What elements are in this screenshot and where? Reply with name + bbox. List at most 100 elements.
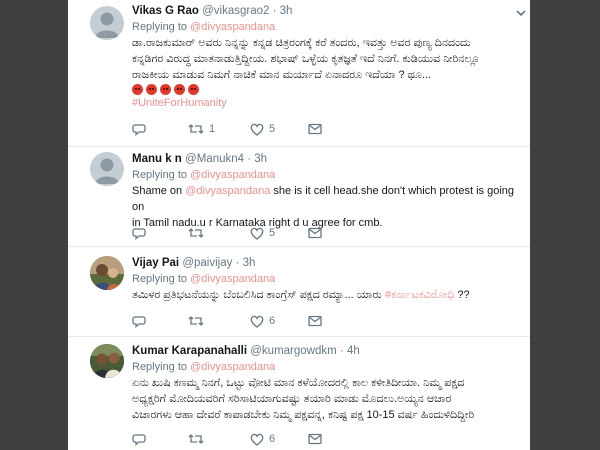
profile-photo (90, 344, 124, 378)
reply-icon (132, 316, 146, 328)
like-button[interactable]: 5 (250, 227, 308, 240)
tweet-text-part: Shame on (132, 185, 186, 197)
angry-emoji-row (132, 84, 520, 95)
timestamp[interactable]: 3h (254, 153, 267, 165)
user-handle[interactable]: @vikasgrao2 (202, 5, 269, 17)
default-avatar-icon (95, 12, 119, 38)
replying-to: Replying to @divyaspandana (132, 167, 520, 183)
reply-icon (132, 434, 146, 446)
timestamp[interactable]: 4h (347, 345, 360, 357)
chevron-down-icon[interactable] (514, 6, 528, 20)
message-icon (308, 433, 322, 445)
hashtag[interactable]: #ಕರ್ನಾಟಕವಿರೋಧಿ (385, 289, 455, 301)
replying-to-label: Replying to (132, 21, 188, 33)
replying-to: Replying to @divyaspandana (132, 19, 520, 35)
reply-button[interactable] (132, 226, 188, 240)
angry-face-icon (132, 84, 143, 95)
message-button[interactable] (308, 433, 322, 445)
like-icon (250, 227, 264, 240)
tweet-text-line: ತಮಿಳರ ಪ್ರತಿಭಟನೆಯನ್ನು ಬೆಂಬಲಿಸಿದ ಕಾಂಗ್ರೆಸ್… (132, 287, 520, 303)
tweet[interactable]: Manu k n @Manukn4 · 3h Replying to @divy… (68, 146, 530, 247)
tweet-text-part: ?? (454, 289, 470, 301)
angry-face-icon (146, 84, 157, 95)
reply-feed: Vikas G Rao @vikasgrao2 · 3h Replying to… (68, 0, 530, 450)
replying-to-label: Replying to (132, 273, 188, 285)
tweet-text-line: ಅಧ್ಯಕ್ಷರಿಗೆ ಮೋದಿಯವರಿಗೆ ಸರಿಸಾಟಿಯಾಗುವಷ್ಟು … (132, 393, 452, 405)
dot-separator: · (339, 345, 344, 357)
like-icon (250, 123, 264, 136)
user-name[interactable]: Vikas G Rao (132, 5, 199, 17)
user-handle[interactable]: @kumargowdkm (250, 345, 336, 357)
dot-separator: · (235, 257, 240, 269)
replying-to-mention[interactable]: @divyaspandana (190, 273, 275, 285)
user-name[interactable]: Kumar Karapanahalli (132, 345, 247, 357)
like-button[interactable]: 5 (250, 123, 308, 136)
timestamp[interactable]: 3h (280, 5, 293, 17)
tweet-text-part: ತಮಿಳರ ಪ್ರತಿಭಟನೆಯನ್ನು ಬೆಂಬಲಿಸಿದ ಕಾಂಗ್ರೆಸ್… (132, 289, 385, 301)
retweet-button[interactable] (188, 432, 250, 446)
tweet[interactable]: Vikas G Rao @vikasgrao2 · 3h Replying to… (68, 0, 530, 147)
tweet-text: Shame on @divyaspandana she is it cell h… (132, 183, 520, 231)
dot-separator: · (272, 5, 277, 17)
user-handle[interactable]: @Manukn4 (185, 153, 244, 165)
retweet-button[interactable]: 1 (188, 122, 250, 136)
tweet-text-line: ಡಾ.ರಾಜಕುಮಾರ್ ಅವರು ನಿನ್ನನ್ನು ಕನ್ನಡ ಚಿತ್ರರ… (132, 37, 471, 49)
user-name[interactable]: Vijay Pai (132, 257, 179, 269)
replying-to-label: Replying to (132, 361, 188, 373)
message-button[interactable] (308, 123, 322, 135)
replying-to-label: Replying to (132, 169, 188, 181)
message-button[interactable] (308, 227, 322, 239)
hashtag[interactable]: #UniteForHumanity (132, 95, 520, 111)
like-icon (250, 315, 264, 328)
timestamp[interactable]: 3h (243, 257, 256, 269)
retweet-icon (188, 434, 204, 444)
angry-face-icon (174, 84, 185, 95)
reply-button[interactable] (132, 314, 188, 328)
user-name[interactable]: Manu k n (132, 153, 182, 165)
replying-to-mention[interactable]: @divyaspandana (190, 21, 275, 33)
message-button[interactable] (308, 315, 322, 327)
like-count: 6 (269, 315, 276, 327)
replying-to-mention[interactable]: @divyaspandana (190, 169, 275, 181)
avatar[interactable] (90, 152, 124, 186)
retweet-icon (188, 228, 204, 238)
like-count: 6 (269, 433, 276, 445)
replying-to: Replying to @divyaspandana (132, 359, 520, 375)
user-handle[interactable]: @paivijay (182, 257, 232, 269)
angry-face-icon (160, 84, 171, 95)
like-button[interactable]: 6 (250, 315, 308, 328)
right-background (530, 0, 600, 450)
tweet-mention[interactable]: @divyaspandana (185, 185, 270, 197)
avatar[interactable] (90, 344, 124, 378)
retweet-button[interactable] (188, 226, 250, 240)
tweet-text: ಡಾ.ರಾಜಕುಮಾರ್ ಅವರು ನಿನ್ನನ್ನು ಕನ್ನಡ ಚಿತ್ರರ… (132, 35, 520, 111)
tweet-text-line: Shame on @divyaspandana she is it cell h… (132, 183, 520, 215)
angry-face-icon (188, 84, 199, 95)
avatar[interactable] (90, 6, 124, 40)
reply-button[interactable] (132, 432, 188, 446)
profile-photo (90, 256, 124, 290)
tweet-text-line: ರಾಜಕೀಯ ಮಾಡುವ ನಿಮಗೆ ನಾಚಿಕೆ ಮಾನ ಮರ್ಯಾದೆ ಏನ… (132, 69, 431, 81)
retweet-icon (188, 124, 204, 134)
tweet-text: ಏನು ಖುಷಿ ಕಣಮ್ಮ ನಿನಗೆ, ಒಟ್ಟು ವೋಟಿ ಮಾನ ಕಳೆ… (132, 375, 520, 423)
dot-separator: · (247, 153, 252, 165)
tweet[interactable]: Kumar Karapanahalli @kumargowdkm · 4h Re… (68, 336, 530, 450)
message-icon (308, 123, 322, 135)
retweet-icon (188, 316, 204, 326)
tweet-text-line: ಏನು ಖುಷಿ ಕಣಮ್ಮ ನಿನಗೆ, ಒಟ್ಟು ವೋಟಿ ಮಾನ ಕಳೆ… (132, 377, 465, 389)
reply-icon (132, 124, 146, 136)
retweet-button[interactable] (188, 314, 250, 328)
left-background (0, 0, 68, 450)
tweet-text: ತಮಿಳರ ಪ್ರತಿಭಟನೆಯನ್ನು ಬೆಂಬಲಿಸಿದ ಕಾಂಗ್ರೆಸ್… (132, 287, 520, 303)
replying-to-mention[interactable]: @divyaspandana (190, 361, 275, 373)
tweet-text-line: ವಿಚಾರಗಳು ಆಹಾ ದೇವರೆ ಕಾಪಾಡಬೇಕು ನಿಮ್ಮ ಪಕ್ಷವ… (132, 409, 475, 421)
message-icon (308, 315, 322, 327)
retweet-count: 1 (209, 123, 216, 135)
reply-button[interactable] (132, 122, 188, 136)
avatar[interactable] (90, 256, 124, 290)
like-count: 5 (269, 123, 276, 135)
replying-to: Replying to @divyaspandana (132, 271, 520, 287)
tweet[interactable]: Vijay Pai @paivijay · 3h Replying to @di… (68, 246, 530, 337)
default-avatar-icon (95, 158, 119, 184)
like-button[interactable]: 6 (250, 433, 308, 446)
